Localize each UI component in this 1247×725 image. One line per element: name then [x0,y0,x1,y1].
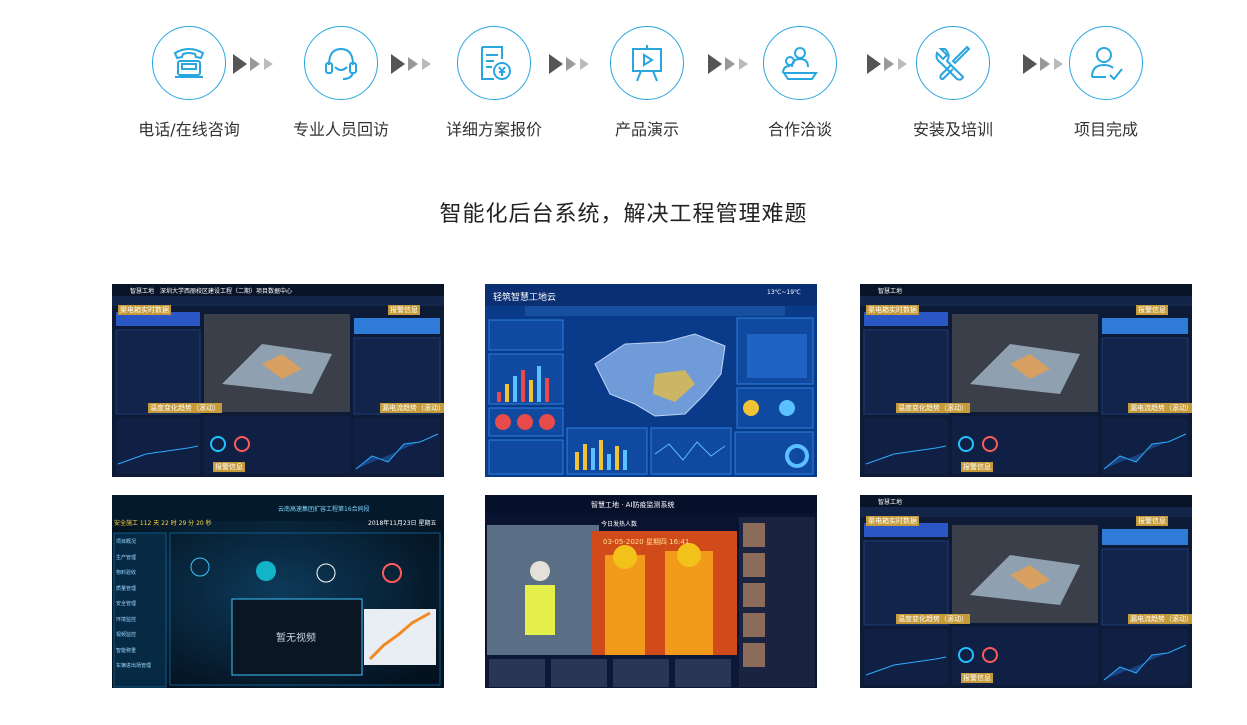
map-dashboard-title: 轻筑智慧工地云 [493,293,557,303]
menu-item[interactable]: 车辆进出场管理 [116,659,151,675]
step-quotation: 详细方案报价 [424,26,564,140]
presentation-board-icon [610,26,684,100]
step-demo: 产品演示 [577,26,717,140]
screenshot-dashboard-2[interactable]: 智慧工地 渠电箱实时数据 报警信息 温度变化趋势（滚动） 漏电流趋势（滚动） 报… [860,284,1192,477]
menu-item[interactable]: 生产管理 [116,551,151,567]
panel-label: 温度变化趋势（滚动） [896,614,970,624]
panel-label: 温度变化趋势（滚动） [896,403,970,413]
panel-label: 报警信息 [388,305,420,315]
screenshot-ai-monitoring[interactable]: 智慧工地 · AI防疫监测系统 今日发热人数 03-05-2020 星期四 16… [485,495,817,688]
step-installation: 安装及培训 [883,26,1023,140]
menu-item[interactable]: 视频监控 [116,628,151,644]
step-label: 专业人员回访 [292,120,389,139]
headset-icon [304,26,378,100]
highway-project-title: 云南高速集团扩容工程第16合同段 [278,506,370,513]
panel-label: 漏电流趋势（滚动） [380,403,444,413]
safe-days-counter: 安全施工 112 天 22 时 29 分 20 秒 [114,520,212,527]
ai-monitoring-title: 智慧工地 · AI防疫监测系统 [591,501,675,509]
panel-label: 漏电流趋势（滚动） [1128,403,1192,413]
highway-date: 2018年11月23日 星期五 [368,520,437,527]
screenshot-dashboard-3[interactable]: 智慧工地 渠电箱实时数据 报警信息 温度变化趋势（滚动） 漏电流趋势（滚动） 报… [860,495,1192,688]
step-label: 电话/在线咨询 [138,120,240,139]
menu-item[interactable]: 质量管理 [116,582,151,598]
panel-label: 报警信息 [213,462,245,472]
dashboard-title: 智慧工地 [878,288,903,295]
menu-item[interactable]: 安全管理 [116,597,151,613]
section-headline: 智能化后台系统，解决工程管理难题 [439,202,808,227]
tools-icon [916,26,990,100]
fever-count-label: 今日发热人数 [601,521,638,528]
panel-label: 漏电流趋势（滚动） [1128,614,1192,624]
step-label: 项目完成 [1073,120,1138,139]
user-check-icon [1069,26,1143,100]
quotation-document-icon [457,26,531,100]
menu-item[interactable]: 项目概况 [116,535,151,551]
panel-label: 报警信息 [1136,516,1168,526]
dashboard-subtitle: 深圳大学西丽校区建设工程（二期）项目数据中心 [160,288,293,295]
step-label: 产品演示 [614,120,679,139]
screenshot-highway-project[interactable]: 云南高速集团扩容工程第16合同段 安全施工 112 天 22 时 29 分 20… [112,495,444,688]
menu-item[interactable]: 环境监控 [116,613,151,629]
highway-sidebar-menu: 项目概况 生产管理 物料验收 质量管理 安全管理 环境监控 视频监控 智能称重 … [116,535,151,675]
no-video-text: 暂无视频 [276,633,316,644]
step-label: 合作洽谈 [767,120,832,139]
telephone-icon [152,26,226,100]
process-steps: 电话/在线咨询 专业人员回访 详细方案报价 产品演示 合作洽谈 安装及培训 项目… [0,26,1247,139]
menu-item[interactable]: 智能称重 [116,644,151,660]
panel-label: 渠电箱实时数据 [118,305,171,315]
screenshot-map-dashboard[interactable]: 轻筑智慧工地云 13℃~19℃ [485,284,817,477]
map-dashboard-weather: 13℃~19℃ [767,289,801,296]
step-consult: 电话/在线咨询 [119,26,259,140]
dashboard-title: 智慧工地 [878,499,903,506]
panel-label: 报警信息 [961,462,993,472]
dashboard-title: 智慧工地 [130,288,155,295]
meeting-people-icon [763,26,837,100]
step-callback: 专业人员回访 [271,26,411,140]
step-negotiation: 合作洽谈 [730,26,870,140]
panel-label: 渠电箱实时数据 [866,516,919,526]
menu-item[interactable]: 物料验收 [116,566,151,582]
panel-label: 温度变化趋势（滚动） [148,403,222,413]
step-label: 安装及培训 [912,120,993,139]
step-complete: 项目完成 [1036,26,1176,140]
panel-label: 报警信息 [1136,305,1168,315]
panel-label: 报警信息 [961,673,993,683]
step-label: 详细方案报价 [445,120,542,139]
panel-label: 渠电箱实时数据 [866,305,919,315]
video-timestamp: 03-05-2020 星期四 16:41 [603,538,690,546]
screenshot-dashboard-1[interactable]: 智慧工地 深圳大学西丽校区建设工程（二期）项目数据中心 渠电箱实时数据 报警信息… [112,284,444,477]
